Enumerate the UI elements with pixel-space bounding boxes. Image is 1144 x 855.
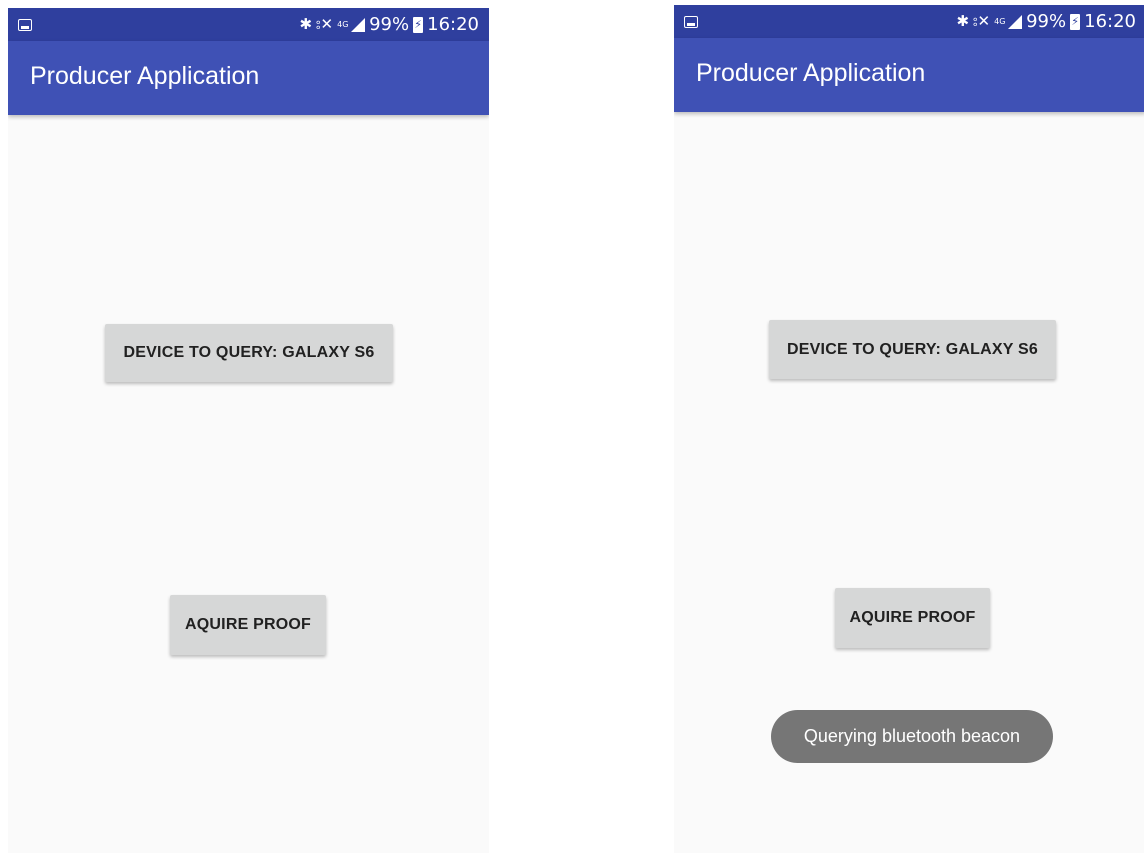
toast-message: Querying bluetooth beacon xyxy=(771,710,1053,763)
battery-charging-icon xyxy=(413,16,424,33)
bluetooth-icon: ✱ xyxy=(956,12,970,30)
status-bar: ✱ ⦂✕ 4G 99% 16:20 xyxy=(674,5,1144,38)
app-bar: Producer Application xyxy=(674,38,1144,112)
signal-icon xyxy=(1008,14,1023,29)
battery-percent: 99% xyxy=(369,14,410,35)
gallery-icon xyxy=(684,15,698,28)
app-title: Producer Application xyxy=(696,58,926,87)
lte-icon: 4G xyxy=(994,16,1006,26)
bluetooth-icon: ✱ xyxy=(299,15,313,33)
status-bar: ✱ ⦂✕ 4G 99% 16:20 xyxy=(8,8,489,41)
nfc-icon: ⦂✕ xyxy=(316,15,334,33)
clock: 16:20 xyxy=(427,14,479,35)
clock: 16:20 xyxy=(1084,11,1136,32)
phone-screen-right: ✱ ⦂✕ 4G 99% 16:20 Producer Application D… xyxy=(674,5,1144,853)
battery-charging-icon xyxy=(1070,13,1081,30)
app-bar: Producer Application xyxy=(8,41,489,115)
device-to-query-button[interactable]: DEVICE TO QUERY: GALAXY S6 xyxy=(769,320,1056,379)
app-title: Producer Application xyxy=(30,61,260,90)
battery-percent: 99% xyxy=(1026,11,1067,32)
device-to-query-button[interactable]: DEVICE TO QUERY: GALAXY S6 xyxy=(105,324,393,382)
signal-icon xyxy=(351,17,366,32)
lte-icon: 4G xyxy=(337,19,349,29)
phone-screen-left: ✱ ⦂✕ 4G 99% 16:20 Producer Application D… xyxy=(8,8,489,853)
acquire-proof-button[interactable]: AQUIRE PROOF xyxy=(835,588,990,648)
acquire-proof-button[interactable]: AQUIRE PROOF xyxy=(170,595,326,655)
nfc-icon: ⦂✕ xyxy=(973,12,991,30)
gallery-icon xyxy=(18,18,32,31)
